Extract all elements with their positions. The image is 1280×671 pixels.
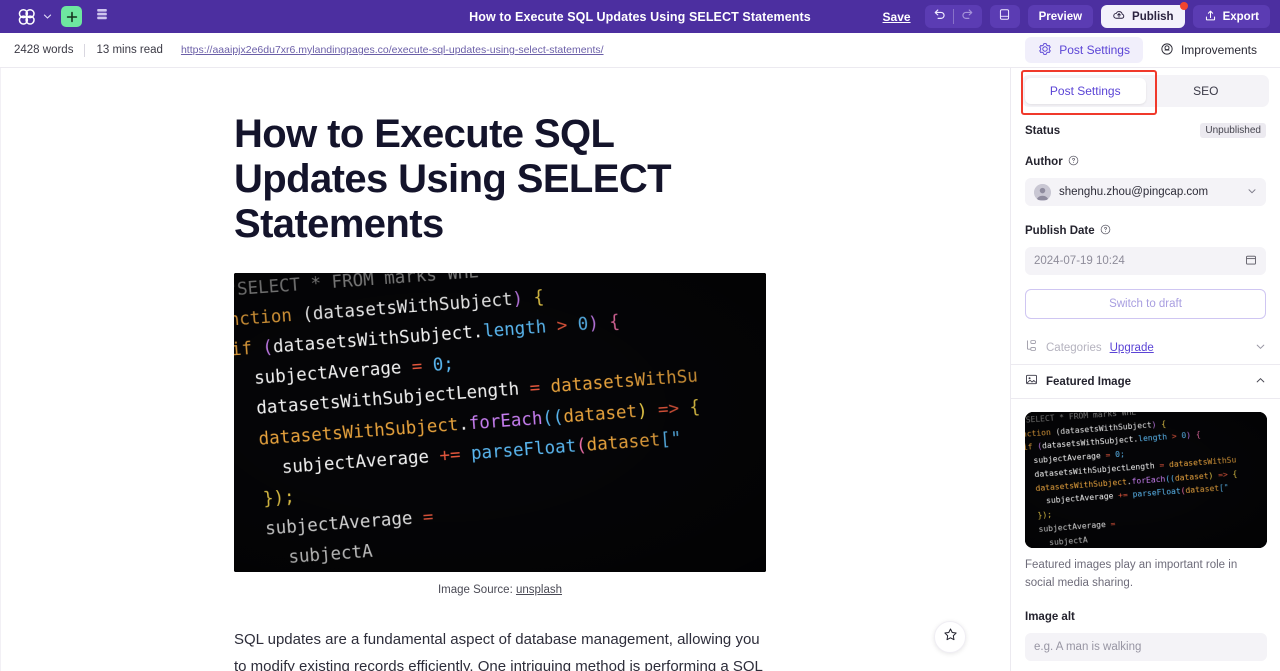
word-count-label: 2428 words [14,44,74,56]
page-left-edge [0,68,1,671]
redo-icon [961,7,975,26]
posts-list-button[interactable] [91,6,112,27]
publish-notification-dot [1179,2,1188,10]
undo-button[interactable] [925,5,953,28]
preview-label: Preview [1038,10,1083,23]
document-editor[interactable]: How to Execute SQL Updates Using SELECT … [0,68,1010,671]
author-value: shenghu.zhou@pingcap.com [1059,186,1209,198]
code-photo: "SELECT * FROM marks WHEfunction (datase… [1025,412,1267,548]
user-avatar-icon [1034,183,1051,201]
panel-tab-bar: Post Settings SEO [1022,75,1269,107]
redo-button[interactable] [954,5,982,28]
publish-label: Publish [1132,10,1174,23]
image-source-prefix: Image Source: [437,584,516,597]
author-label-row: Author [1025,153,1266,171]
undo-icon [932,7,946,26]
favorite-button[interactable] [934,621,966,653]
panel-divider [1011,398,1280,399]
image-alt-input[interactable] [1025,632,1267,661]
export-upload-icon [1204,9,1217,25]
panel-tab-seo[interactable]: SEO [1146,78,1267,104]
device-preview-button[interactable] [989,5,1020,28]
clover-logo-icon [16,8,38,26]
article-featured-image[interactable]: "SELECT * FROM marks WHEfunction (datase… [234,273,766,573]
categories-icon [1025,339,1038,357]
image-source-link[interactable]: unsplash [516,584,562,596]
read-time-label: 13 mins read [96,44,163,56]
meta-tabs: Post Settings Improvements [1025,37,1280,63]
featured-image-label: Featured Image [1046,375,1131,388]
page-title[interactable]: How to Execute SQL Updates Using SELECT … [234,112,774,246]
toolbar-left-group [0,6,112,27]
image-alt-label: Image alt [1025,610,1075,623]
app-logo-menu[interactable] [16,8,52,26]
lightbulb-icon [1160,42,1174,59]
tab-post-settings-label: Post Settings [1059,43,1130,57]
undo-redo-group [924,5,982,28]
publish-date-value: 2024-07-19 10:24 [1034,255,1125,267]
meta-bar: 2428 words 13 mins read https://aaaipjx2… [0,33,1280,68]
export-button[interactable]: Export [1192,5,1270,28]
switch-to-draft-label: Switch to draft [1109,298,1182,310]
featured-image-thumbnail[interactable]: "SELECT * FROM marks WHEfunction (datase… [1025,412,1267,548]
app-toolbar: How to Execute SQL Updates Using SELECT … [0,0,1280,33]
panel-tab-seo-label: SEO [1193,84,1219,98]
image-alt-label-row: Image alt [1025,607,1266,625]
categories-upgrade-link[interactable]: Upgrade [1110,342,1154,354]
post-settings-panel: Post Settings SEO Status Unpublished Aut… [1010,68,1280,671]
status-badge: Unpublished [1200,123,1266,138]
preview-button[interactable]: Preview [1027,5,1094,28]
save-button[interactable]: Save [883,10,911,24]
list-view-icon [95,7,109,26]
device-preview-icon [998,8,1011,26]
status-row: Status Unpublished [1025,123,1266,138]
chevron-down-icon [1247,186,1257,199]
code-photo: "SELECT * FROM marks WHEfunction (datase… [234,273,766,573]
chevron-down-icon [43,12,52,21]
panel-tab-post-settings-label: Post Settings [1049,84,1121,98]
featured-image-help-text: Featured images play an important role i… [1025,559,1238,589]
tab-improvements[interactable]: Improvements [1147,37,1270,63]
cloud-upload-icon [1112,8,1126,25]
status-label: Status [1025,124,1061,137]
publish-date-label: Publish Date [1025,225,1095,237]
question-circle-icon[interactable] [1100,222,1111,240]
image-icon [1025,373,1038,391]
publish-date-label-row: Publish Date [1025,222,1266,240]
question-circle-icon[interactable] [1068,153,1079,171]
star-outline-icon [943,627,958,647]
image-source-caption: Image Source: unsplash [234,584,766,596]
image-vignette [234,273,766,573]
categories-label: Categories [1046,341,1102,354]
author-select[interactable]: shenghu.zhou@pingcap.com [1025,178,1266,206]
plus-icon [66,11,78,23]
author-label: Author [1025,156,1063,168]
image-vignette [1025,412,1267,548]
calendar-icon [1245,254,1257,269]
tab-improvements-label: Improvements [1180,43,1257,57]
gear-icon [1038,42,1052,59]
tab-post-settings[interactable]: Post Settings [1025,37,1143,63]
meta-divider [84,43,86,57]
export-label: Export [1222,10,1259,23]
switch-to-draft-button[interactable]: Switch to draft [1025,289,1266,319]
document-body: How to Execute SQL Updates Using SELECT … [0,68,1010,671]
chevron-down-icon[interactable] [1255,339,1266,357]
featured-image-section-header[interactable]: Featured Image [1011,365,1280,398]
new-post-button[interactable] [61,6,82,27]
panel-tab-post-settings[interactable]: Post Settings [1025,78,1146,104]
toolbar-right-group: Save Preview Publish Export [883,2,1280,28]
article-paragraph[interactable]: SQL updates are a fundamental aspect of … [234,627,766,671]
publish-button[interactable]: Publish [1101,2,1188,28]
publish-date-input[interactable]: 2024-07-19 10:24 [1025,247,1266,275]
categories-section-header[interactable]: Categories Upgrade [1011,331,1280,364]
chevron-up-icon[interactable] [1255,373,1266,391]
post-url-link[interactable]: https://aaaipjx2e6du7xr6.mylandingpages.… [181,44,604,56]
